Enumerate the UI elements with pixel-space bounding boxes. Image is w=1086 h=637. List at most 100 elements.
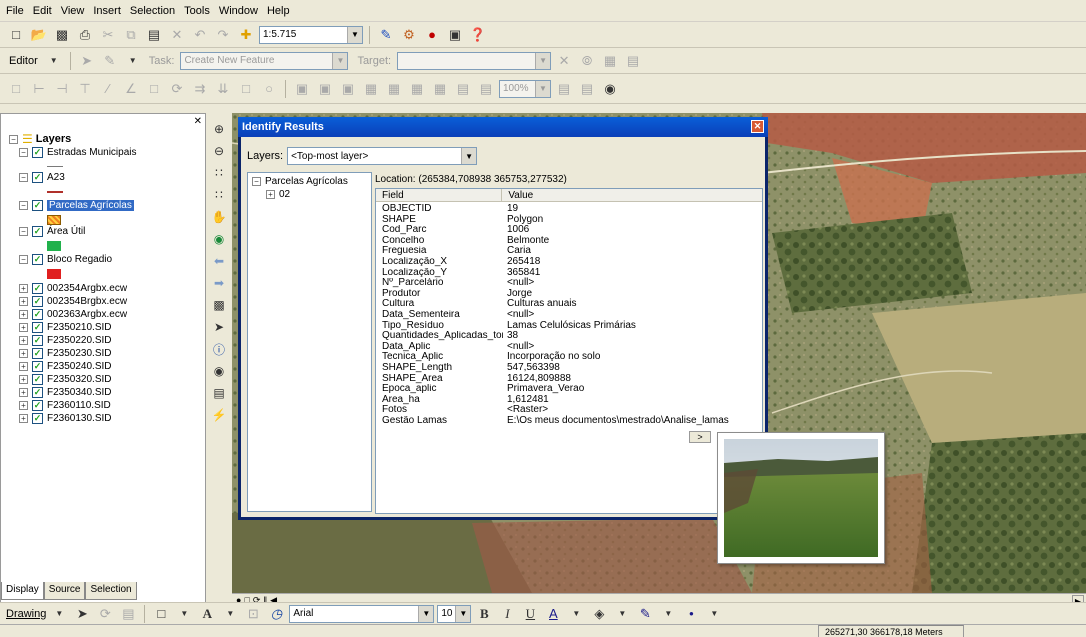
sketch-properties-icon[interactable]: ▤ [623, 51, 643, 71]
editor-toolbar-icon[interactable]: ✎ [376, 25, 396, 45]
chevron-down-icon[interactable]: ▼ [123, 51, 143, 71]
expand-icon[interactable]: + [266, 190, 275, 199]
underline-icon[interactable]: U [520, 604, 540, 624]
font-icon[interactable]: ◷ [266, 604, 286, 624]
attribute-row[interactable]: SHAPE_Length 547,563398 [376, 363, 560, 373]
select-elements-icon[interactable]: ➤ [209, 317, 229, 337]
collapse-icon[interactable]: − [9, 134, 18, 144]
attribute-row[interactable]: Tipo_Resíduo Lamas Celulósicas Primárias [376, 320, 636, 331]
layer-checkbox[interactable]: ✓ [32, 413, 43, 424]
toc-layer-parcelas[interactable]: − ✓ Parcelas Agrícolas [19, 200, 134, 211]
chevron-down-icon[interactable]: ▼ [658, 604, 678, 624]
zoom-combo[interactable]: 100% ▼ [499, 79, 551, 98]
attribute-row[interactable]: OBJECTID 19 [376, 204, 518, 214]
page-icon[interactable]: ▤ [577, 79, 597, 99]
italic-icon[interactable]: I [497, 604, 517, 624]
redo-icon[interactable]: ↷ [213, 25, 233, 45]
layer-checkbox[interactable]: ✓ [32, 400, 43, 411]
expand-icon[interactable]: + [19, 323, 28, 332]
close-icon[interactable]: ✕ [751, 120, 764, 133]
editor-menu[interactable]: Editor [9, 55, 38, 67]
scale-combo[interactable]: 1:5.715 ▼ [259, 25, 363, 44]
attribute-row[interactable]: Cod_Parc 1006 [376, 225, 529, 235]
attributes-icon[interactable]: ▦ [600, 51, 620, 71]
shift-icon[interactable]: ⇉ [190, 79, 210, 99]
delete-icon[interactable]: ✕ [167, 25, 187, 45]
attribute-row[interactable]: Data_Sementeira <null> [376, 310, 534, 320]
toc-layer-area-util[interactable]: − ✓ Área Útil [19, 226, 85, 237]
layer-checkbox[interactable]: ✓ [32, 226, 43, 237]
distribute-icon[interactable]: ⊤ [75, 79, 95, 99]
pan-icon[interactable]: ✋ [209, 207, 229, 227]
tab-selection[interactable]: Selection [85, 582, 137, 600]
chevron-down-icon[interactable]: ▼ [612, 604, 632, 624]
attribute-row[interactable]: Fotos <Raster> [376, 405, 548, 415]
toc-layer-raster[interactable]: + ✓ F2360130.SID [19, 413, 112, 424]
chevron-down-icon[interactable]: ▼ [535, 52, 551, 69]
select-elements-icon[interactable]: ➤ [72, 604, 92, 624]
whats-this-icon[interactable]: ❓ [468, 25, 488, 45]
chevron-down-icon[interactable]: ▼ [347, 26, 362, 43]
select-features-icon[interactable]: ▩ [209, 295, 229, 315]
identify-icon[interactable]: ⓘ [209, 339, 229, 359]
toolbox-icon[interactable]: ● [422, 25, 442, 45]
expand-icon[interactable]: + [19, 414, 28, 423]
expand-icon[interactable]: + [19, 362, 28, 371]
attribute-row[interactable]: Gestão Lamas E:\Os meus documentos\mestra… [376, 416, 729, 426]
new-icon[interactable]: □ [6, 25, 26, 45]
toc-layer-raster[interactable]: + ✓ F2350240.SID [19, 361, 112, 372]
grid-icon[interactable]: ▦ [407, 79, 427, 99]
toc-layer-raster[interactable]: + ✓ 002354Brgbx.ecw [19, 296, 127, 307]
marker-color-icon[interactable]: • [681, 604, 701, 624]
print-icon[interactable]: ⎙ [75, 25, 95, 45]
attribute-row[interactable]: Area_ha 1,612481 [376, 394, 549, 405]
page-icon[interactable]: ▤ [476, 79, 496, 99]
binoculars-icon[interactable]: ◉ [600, 79, 620, 99]
chevron-down-icon[interactable]: ▼ [174, 604, 194, 624]
layout-icon[interactable]: ▣ [338, 79, 358, 99]
toc-layer-raster[interactable]: + ✓ F2350230.SID [19, 348, 112, 359]
attribute-row[interactable]: SHAPE_Area 16124,809888 [376, 373, 571, 384]
rectangle-icon[interactable]: □ [151, 604, 171, 624]
menu-edit[interactable]: Edit [33, 5, 52, 17]
frame-icon[interactable]: □ [6, 79, 26, 99]
attribute-table[interactable]: Field Value OBJECTID 19 SHAPE Polygon Cod_Pa… [375, 188, 763, 514]
edit-vertices-icon[interactable]: ⊡ [243, 604, 263, 624]
angle-icon[interactable]: ∠ [121, 79, 141, 99]
target-combo[interactable]: ▼ [397, 51, 552, 70]
toc-layer-raster[interactable]: + ✓ F2350210.SID [19, 322, 112, 333]
find-icon[interactable]: ◉ [209, 361, 229, 381]
font-size-combo[interactable]: 10 ▼ [437, 604, 472, 623]
menu-tools[interactable]: Tools [184, 5, 210, 17]
menu-insert[interactable]: Insert [93, 5, 121, 17]
column-field[interactable]: Field [376, 189, 503, 201]
menu-view[interactable]: View [61, 5, 85, 17]
cut-icon[interactable]: ✂ [98, 25, 118, 45]
attribute-row[interactable]: Data_Aplic <null> [376, 341, 534, 352]
align-icon[interactable]: ⊣ [52, 79, 72, 99]
layer-checkbox[interactable]: ✓ [32, 387, 43, 398]
toc-layer-raster[interactable]: + ✓ F2350340.SID [19, 387, 112, 398]
zoom-whole-page-icon[interactable]: ▤ [118, 604, 138, 624]
toc-layer-raster[interactable]: + ✓ 002354Argbx.ecw [19, 283, 127, 294]
font-combo[interactable]: Arial ▼ [289, 604, 435, 623]
chevron-down-icon[interactable]: ▼ [704, 604, 724, 624]
command-line-icon[interactable]: ▣ [445, 25, 465, 45]
toc-layer-a23[interactable]: − ✓ A23 [19, 172, 65, 183]
line-color-icon[interactable]: ✎ [635, 604, 655, 624]
circle-icon[interactable]: ○ [259, 79, 279, 99]
layer-checkbox[interactable]: ✓ [32, 200, 43, 211]
tree-item-feature[interactable]: + 02 [266, 189, 290, 200]
fixed-zoom-in-icon[interactable]: ∷ [209, 163, 229, 183]
forward-icon[interactable]: ➡ [209, 273, 229, 293]
layout-icon[interactable]: ▣ [292, 79, 312, 99]
toc-layer-raster[interactable]: + ✓ F2360110.SID [19, 400, 111, 411]
rotate-icon[interactable]: ⟳ [167, 79, 187, 99]
zoom-in-icon[interactable]: ⊕ [209, 119, 229, 139]
close-icon[interactable]: ✕ [194, 116, 202, 127]
layer-checkbox[interactable]: ✓ [32, 172, 43, 183]
menu-file[interactable]: File [6, 5, 24, 17]
attribute-row[interactable]: Localização_Y 365841 [376, 267, 540, 278]
text-icon[interactable]: A [197, 604, 217, 624]
cut-polygons-icon[interactable]: ✕ [554, 51, 574, 71]
